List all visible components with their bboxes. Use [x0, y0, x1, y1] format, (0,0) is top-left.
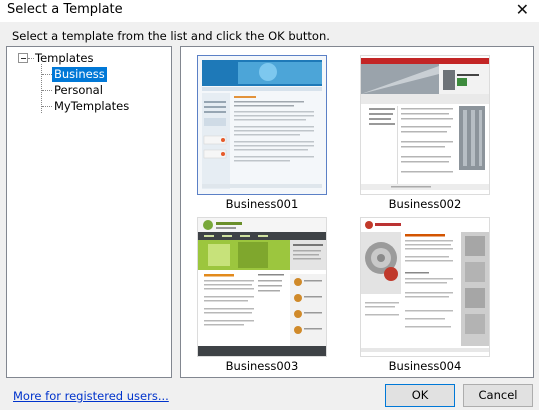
more-templates-link[interactable]: More for registered users... [13, 389, 169, 403]
tree-item-mytemplates[interactable]: MyTemplates [52, 99, 131, 114]
tree-connector [42, 74, 52, 75]
thumbnail-preview-business004 [361, 218, 489, 356]
template-tile-business004[interactable]: Business004 [355, 217, 495, 373]
template-tile-business001[interactable]: Business001 [192, 55, 332, 211]
template-tile-business003[interactable]: Business003 [192, 217, 332, 373]
template-name-label: Business001 [225, 197, 299, 211]
template-thumbnail [360, 217, 490, 357]
template-tile-business002[interactable]: Business002 [355, 55, 495, 211]
close-icon[interactable]: ✕ [516, 0, 529, 20]
window-title: Select a Template [7, 2, 123, 17]
template-thumbnail [360, 55, 490, 195]
tree-connector [42, 90, 52, 91]
tree-connector [42, 106, 52, 107]
tree-root-templates[interactable]: Templates [33, 51, 95, 66]
cancel-button[interactable]: Cancel [463, 384, 533, 407]
template-name-label: Business004 [388, 359, 462, 373]
tree-item-personal[interactable]: Personal [52, 83, 105, 98]
template-name-label: Business003 [225, 359, 299, 373]
instruction-text: Select a template from the list and clic… [12, 29, 330, 43]
thumbnail-preview-business003 [198, 218, 326, 356]
template-name-label: Business002 [388, 197, 462, 211]
template-category-tree[interactable]: Templates Business Personal MyTemplates [6, 46, 172, 378]
template-thumbnail [197, 217, 327, 357]
ok-button[interactable]: OK [385, 384, 455, 407]
thumbnail-preview-business002 [361, 56, 489, 194]
template-gallery: Business001 Business002 Business003 Busi… [180, 46, 534, 378]
collapse-icon[interactable] [18, 53, 28, 63]
tree-item-business[interactable]: Business [52, 67, 107, 82]
template-thumbnail [197, 55, 327, 195]
title-bar: Select a Template ✕ [0, 0, 539, 22]
thumbnail-preview-business001 [198, 56, 326, 194]
